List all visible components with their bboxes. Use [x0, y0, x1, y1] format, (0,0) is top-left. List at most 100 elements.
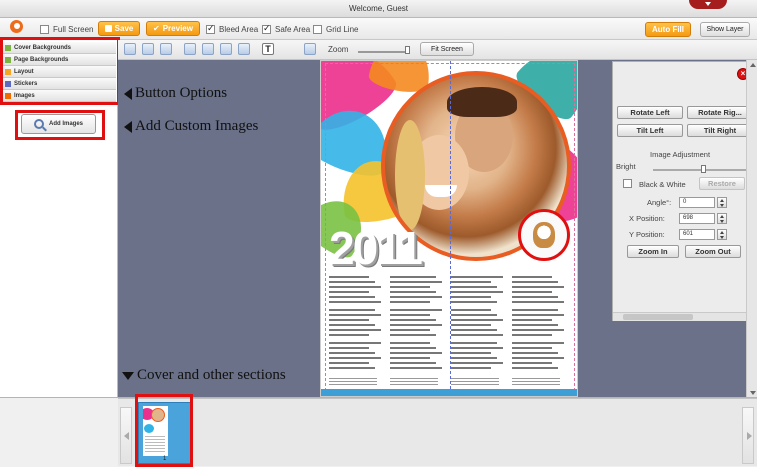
zoom-slider-thumb[interactable]: [404, 46, 410, 54]
calendar-week-row: [451, 334, 503, 336]
calendar-month-grid: [329, 276, 571, 376]
page-bottom-strip: [321, 389, 577, 396]
arrow-left-icon: [124, 120, 132, 133]
calendar-week-row: [512, 296, 558, 298]
align-left-icon[interactable]: [184, 43, 196, 55]
calendar-week-row: [390, 286, 430, 288]
y-position-label: Y Position:: [629, 230, 665, 239]
brightness-slider-thumb[interactable]: [700, 165, 706, 173]
calendar-week-row: [390, 324, 442, 326]
calendar-week-row: [451, 352, 491, 354]
zoom-out-button[interactable]: Zoom Out: [685, 245, 741, 258]
calendar-week-row: [451, 342, 497, 344]
y-position-input[interactable]: 601: [679, 229, 715, 240]
bleed-area-checkbox[interactable]: [206, 23, 215, 34]
safe-area-checkbox[interactable]: [262, 23, 271, 34]
zoom-in-button[interactable]: Zoom In: [627, 245, 679, 258]
calendar-week-row: [512, 362, 552, 364]
filmstrip-prev-button[interactable]: [120, 407, 132, 464]
rotate-right-button[interactable]: Rotate Rig...: [687, 106, 753, 119]
zoom-slider[interactable]: [358, 51, 410, 53]
angle-stepper[interactable]: [717, 197, 727, 208]
grid-line-checkbox[interactable]: [313, 24, 322, 34]
calendar-week-row: [512, 357, 564, 359]
calendar-week-row: [390, 319, 436, 321]
bleed-area-label: Bleed Area: [219, 24, 259, 34]
rotate-left-button[interactable]: Rotate Left: [617, 106, 683, 119]
calendar-week-row: [451, 314, 497, 316]
angle-input[interactable]: 0: [679, 197, 715, 208]
x-position-label: X Position:: [629, 214, 665, 223]
canvas-vertical-scrollbar[interactable]: [746, 60, 757, 398]
tilt-right-label: Tilt Right: [703, 126, 737, 135]
calendar-week-row: [512, 301, 564, 303]
calendar-week-row: [451, 276, 503, 278]
black-white-checkbox[interactable]: [623, 179, 632, 188]
calendar-month: [390, 342, 446, 372]
scroll-up-icon[interactable]: [750, 63, 756, 67]
text-tool-icon[interactable]: T: [262, 43, 274, 55]
calendar-page[interactable]: 2011: [320, 60, 578, 397]
check-icon: ✔: [153, 24, 160, 33]
tilt-left-button[interactable]: Tilt Left: [617, 124, 683, 137]
y-position-stepper[interactable]: [717, 229, 727, 240]
calendar-week-row: [390, 362, 436, 364]
scroll-down-icon[interactable]: [750, 391, 756, 395]
bring-front-icon[interactable]: [220, 43, 232, 55]
calendar-week-row: [512, 324, 558, 326]
fit-screen-button[interactable]: Fit Screen: [420, 42, 474, 56]
arrow-left-icon: [124, 87, 132, 100]
calendar-week-row: [329, 342, 381, 344]
cut-icon[interactable]: [124, 43, 136, 55]
preview-button[interactable]: ✔ Preview: [146, 21, 200, 36]
calendar-week-row: [329, 296, 375, 298]
safe-area-toggle[interactable]: Safe Area: [262, 23, 310, 35]
grid-line-label: Grid Line: [326, 24, 359, 34]
restore-button[interactable]: Restore: [699, 177, 745, 190]
calendar-month: [451, 309, 507, 339]
left-panel: Cover Backgrounds Page Backgrounds Layou…: [0, 37, 120, 398]
copy-icon[interactable]: [142, 43, 154, 55]
scrollbar-thumb[interactable]: [623, 314, 693, 320]
calendar-week-row: [329, 319, 369, 321]
black-white-label: Black & White: [639, 180, 686, 189]
grid-line-toggle[interactable]: Grid Line: [313, 23, 358, 35]
save-button[interactable]: Save: [98, 21, 140, 36]
dropdown-tab-icon[interactable]: [689, 0, 727, 9]
calendar-week-row: [329, 367, 375, 369]
filmstrip-next-button[interactable]: [742, 407, 754, 464]
calendar-week-row: [329, 314, 381, 316]
send-back-icon[interactable]: [238, 43, 250, 55]
annotation-text: Button Options: [135, 85, 228, 101]
zoom-in-label: Zoom In: [638, 247, 668, 256]
calendar-month: [390, 276, 446, 306]
delete-image-icon[interactable]: [304, 43, 316, 55]
calendar-week-row: [512, 352, 558, 354]
panel-horizontal-scrollbar[interactable]: [613, 312, 756, 321]
full-screen-toggle[interactable]: Full Screen: [40, 23, 93, 35]
calendar-week-row: [451, 286, 497, 288]
calendar-week-row: [512, 319, 552, 321]
calendar-week-row: [451, 301, 497, 303]
x-position-stepper[interactable]: [717, 213, 727, 224]
calendar-week-row: [451, 296, 491, 298]
edit-toolbar: T Zoom Fit Screen: [118, 40, 757, 60]
footer-text-line: [390, 378, 438, 386]
tilt-right-button[interactable]: Tilt Right: [687, 124, 753, 137]
calendar-week-row: [329, 334, 369, 336]
calendar-week-row: [390, 309, 442, 311]
paste-icon[interactable]: [160, 43, 172, 55]
image-properties-panel: × Rotate Left Rotate Rig... Tilt Left Ti…: [612, 61, 757, 321]
image-adjustment-heading: Image Adjustment: [650, 150, 711, 159]
bleed-area-toggle[interactable]: Bleed Area: [206, 23, 258, 35]
align-top-icon[interactable]: [202, 43, 214, 55]
auto-fill-button[interactable]: Auto Fill: [645, 22, 691, 37]
x-position-input[interactable]: 698: [679, 213, 715, 224]
full-screen-checkbox[interactable]: [40, 24, 49, 34]
calendar-month: [329, 276, 385, 306]
tilt-left-label: Tilt Left: [636, 126, 664, 135]
restore-label: Restore: [708, 179, 736, 188]
show-layer-button[interactable]: Show Layer: [700, 22, 750, 37]
calendar-week-row: [451, 362, 503, 364]
calendar-month: [451, 342, 507, 372]
